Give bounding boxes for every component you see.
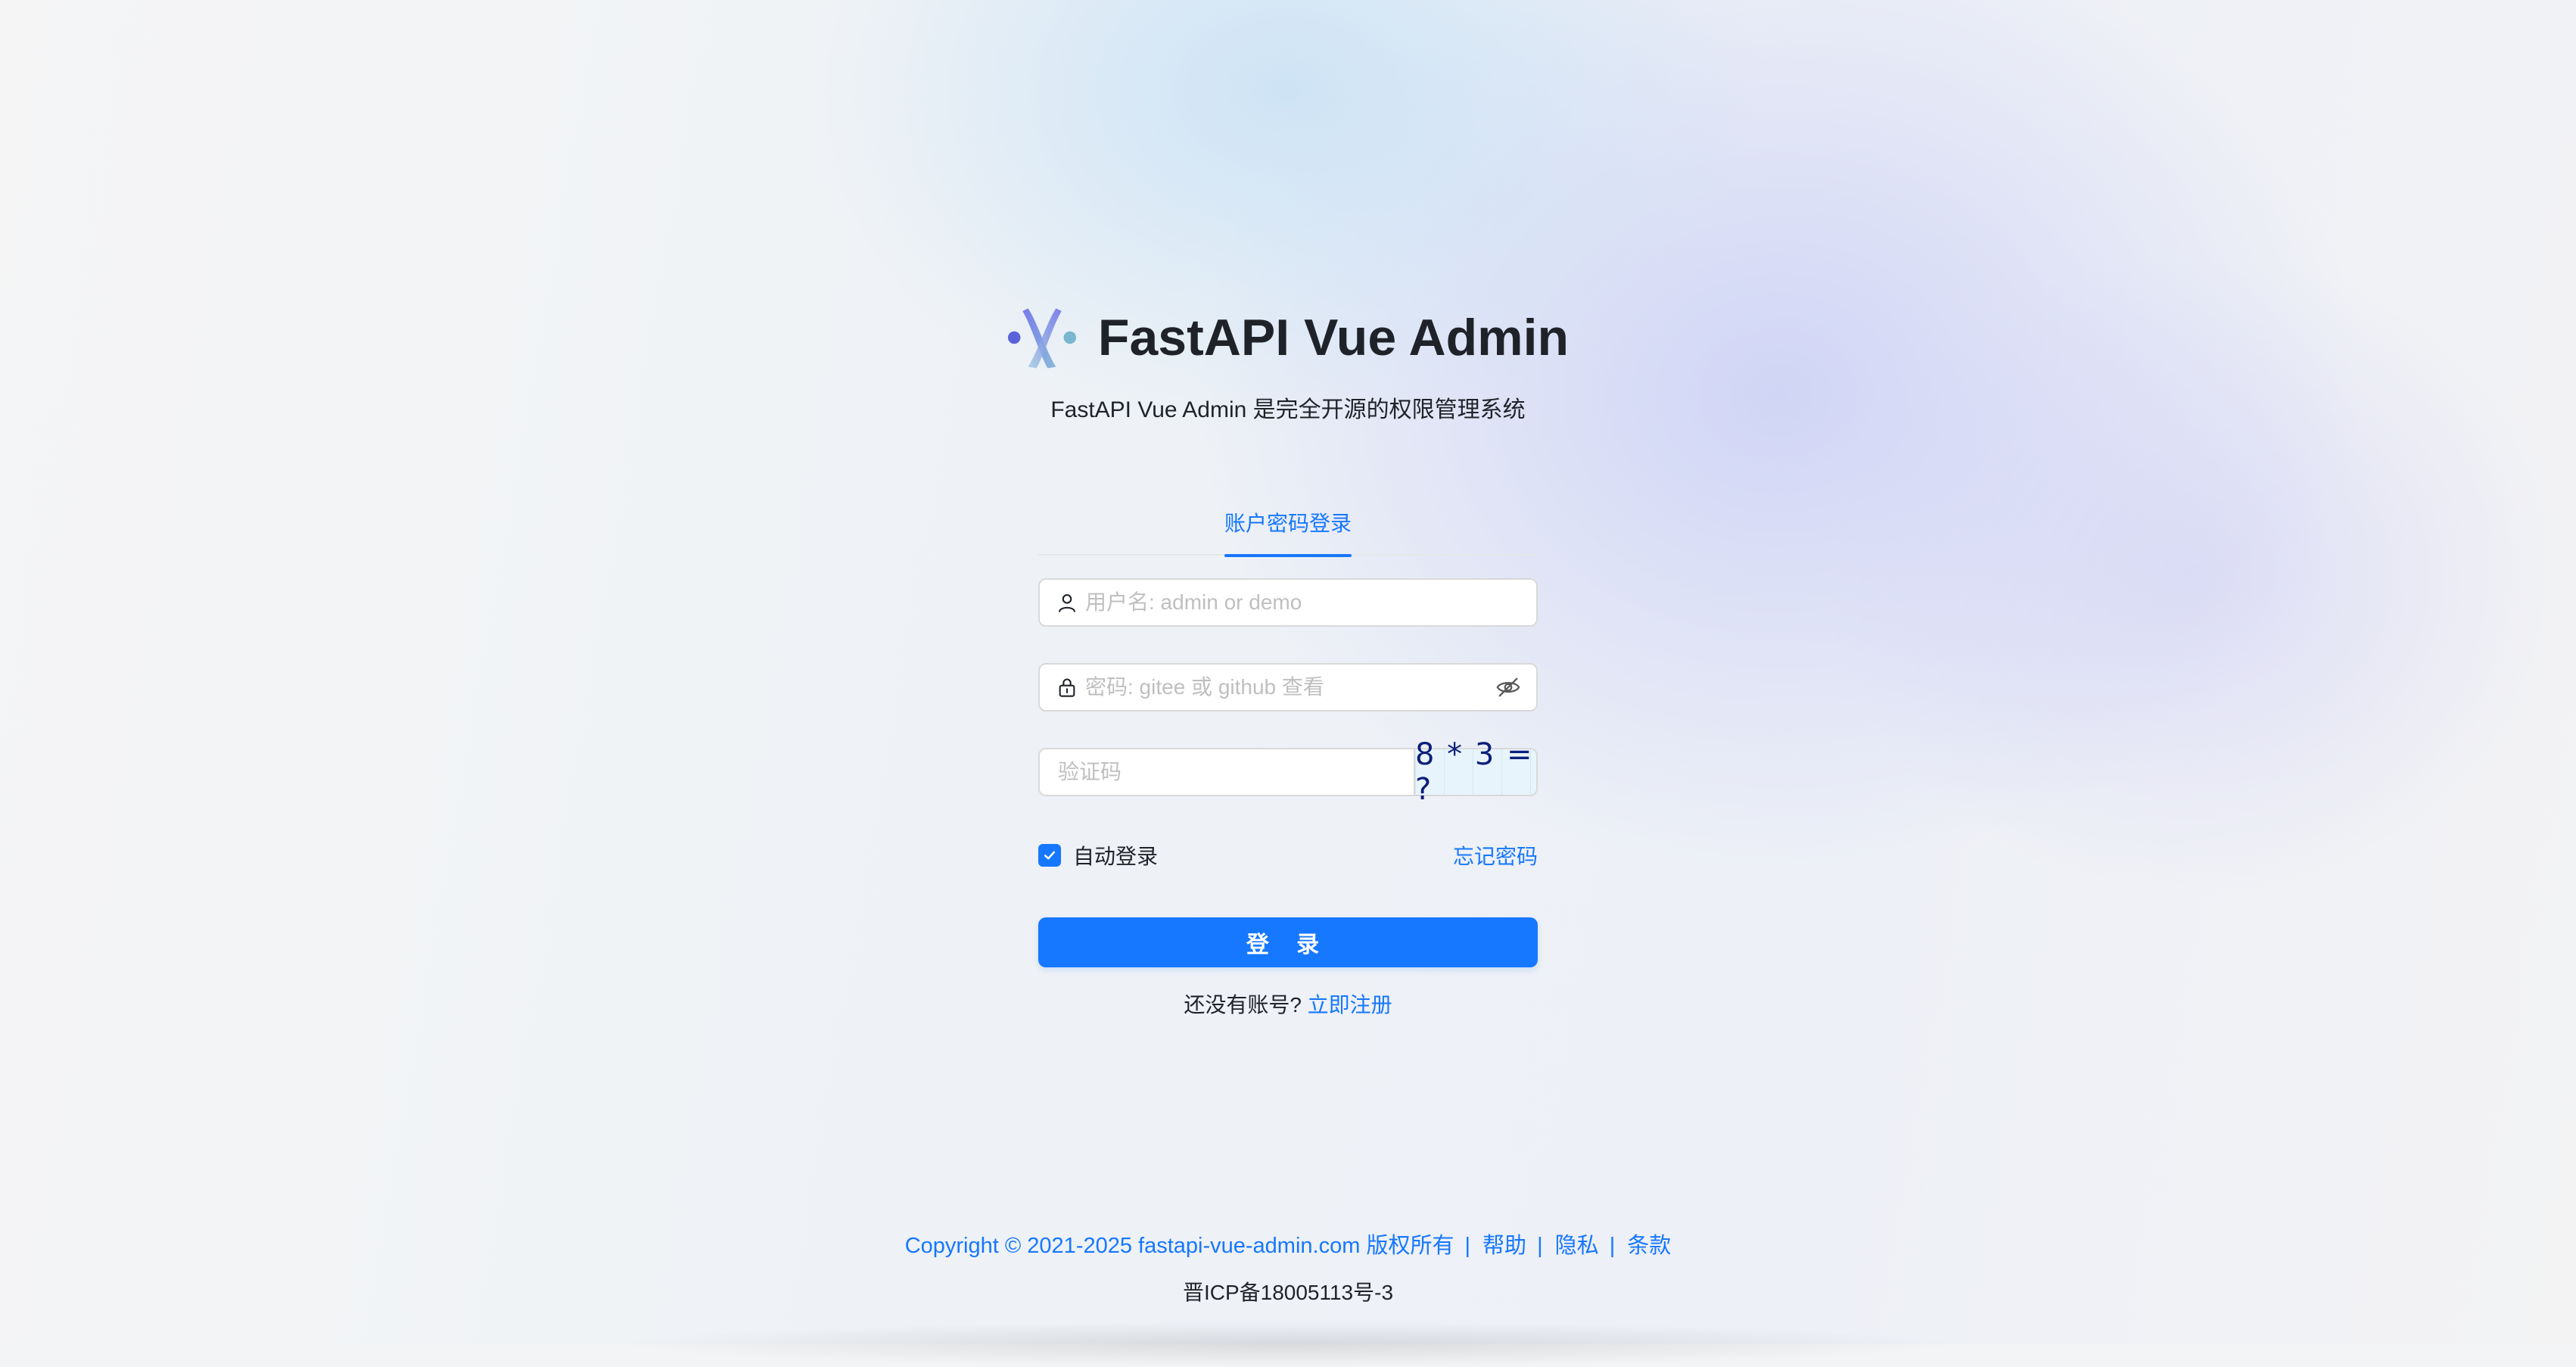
brand-header: FastAPI Vue Admin	[0, 303, 2576, 372]
copyright-link[interactable]: Copyright © 2021-2025 fastapi-vue-admin.…	[905, 1234, 1454, 1258]
auto-login-label: 自动登录	[1073, 845, 1159, 868]
user-icon	[1059, 594, 1075, 612]
register-link[interactable]: 立即注册	[1308, 993, 1392, 1017]
captcha-field[interactable]	[1038, 748, 1415, 796]
brand-subtitle: FastAPI Vue Admin 是完全开源的权限管理系统	[1050, 397, 1526, 422]
username-field[interactable]	[1038, 578, 1538, 627]
password-field[interactable]	[1038, 663, 1538, 712]
register-prompt: 还没有账号? 立即注册	[1038, 989, 1538, 1019]
checkbox-checked-icon[interactable]	[1038, 844, 1061, 867]
eye-invisible-icon[interactable]	[1495, 674, 1521, 700]
register-prompt-text: 还没有账号?	[1184, 993, 1302, 1017]
privacy-link[interactable]: 隐私	[1555, 1234, 1599, 1258]
auto-login-checkbox[interactable]: 自动登录	[1038, 840, 1158, 870]
login-button[interactable]: 登 录	[1038, 917, 1538, 967]
username-input[interactable]	[1084, 581, 1536, 624]
bottom-shadow	[605, 1322, 1968, 1367]
tab-label: 账户密码登录	[1224, 512, 1352, 535]
login-tabs: 账户密码登录	[1038, 492, 1538, 557]
terms-link[interactable]: 条款	[1627, 1234, 1671, 1258]
help-link[interactable]: 帮助	[1482, 1234, 1526, 1258]
footer-links: Copyright © 2021-2025 fastapi-vue-admin.…	[904, 1234, 1672, 1258]
password-input[interactable]	[1084, 665, 1495, 709]
brand-title: FastAPI Vue Admin	[1097, 309, 1570, 366]
fastapi-vue-admin-logo	[1007, 308, 1076, 369]
tab-account-password[interactable]: 账户密码登录	[1224, 492, 1352, 557]
forgot-password-link[interactable]: 忘记密码	[1453, 840, 1538, 870]
login-form: 账户密码登录 8 * 3 = ?	[1038, 492, 1538, 1017]
icp-record[interactable]: 晋ICP备18005113号-3	[0, 1276, 2576, 1306]
login-options: 自动登录 忘记密码	[1038, 840, 1538, 870]
captcha-row: 8 * 3 = ?	[1038, 737, 1538, 807]
captcha-image[interactable]: 8 * 3 = ?	[1415, 737, 1538, 807]
lock-icon	[1059, 678, 1075, 697]
captcha-input[interactable]	[1056, 759, 1392, 785]
